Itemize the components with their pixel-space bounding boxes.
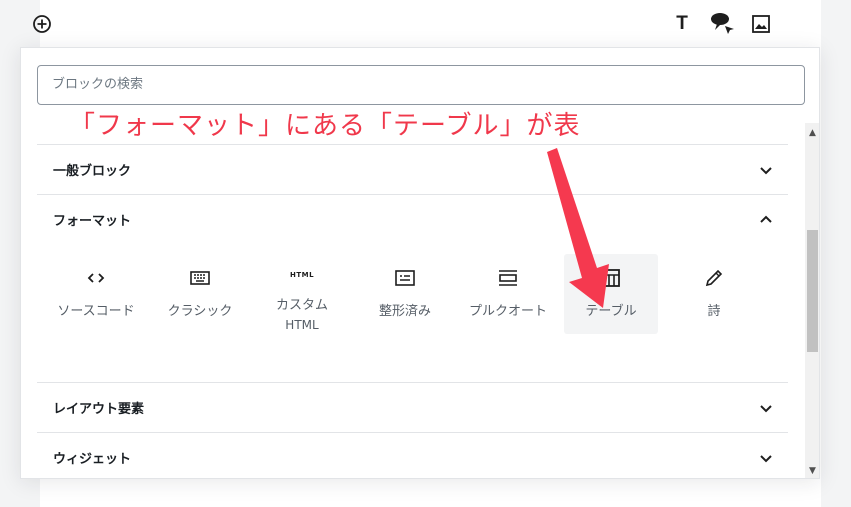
section-label: レイアウト要素 [53,402,145,417]
chevron-up-icon [760,215,772,223]
pencil-icon [702,266,726,290]
block-label: カスタム [275,298,328,313]
block-classic[interactable]: クラシック [153,254,247,334]
block-label: クラシック [167,304,233,319]
block-code[interactable]: ソースコード [49,254,143,334]
chevron-down-icon [760,454,772,462]
block-label: 整形済み [378,304,431,319]
section-widgets[interactable]: ウィジェット [37,432,788,478]
pullquote-icon [496,266,520,290]
block-label: ソースコード [57,304,135,319]
heading-t-icon[interactable]: T [671,13,693,35]
block-verse[interactable]: 詩 [667,254,761,334]
block-preformatted[interactable]: 整形済み [358,254,452,334]
annotation-arrow-icon [547,148,609,308]
plus-circle-icon[interactable] [31,13,53,35]
image-icon[interactable] [750,13,772,35]
scroll-thumb[interactable] [807,230,818,352]
section-label: ウィジェット [53,452,132,467]
chevron-down-icon [760,404,772,412]
editor-margin [821,0,851,507]
speech-bubble-icon[interactable] [708,11,736,37]
block-inserter-panel: ブロックの検索 「フォーマット」にある「テーブル」が表 一般ブロック フォーマッ… [20,47,820,479]
block-label: 詩 [707,304,721,319]
keyboard-icon [188,266,212,290]
section-common-blocks[interactable]: 一般ブロック [37,144,788,194]
chevron-down-icon [760,166,772,174]
panel-scrollbar[interactable]: ▲ ▼ [805,123,819,478]
section-layout-elements[interactable]: レイアウト要素 [37,382,788,432]
block-label-line2: HTML [285,318,319,332]
section-formatting[interactable]: フォーマット [37,194,788,244]
section-label: 一般ブロック [53,164,132,179]
block-custom-html[interactable]: HTML カスタム HTML [255,254,349,334]
preformatted-icon [393,266,417,290]
block-search-input[interactable]: ブロックの検索 [37,65,805,105]
scroll-up-arrow-icon[interactable]: ▲ [805,128,819,138]
html-icon: HTML [289,271,315,279]
annotation-text: 「フォーマット」にある「テーブル」が表 [69,111,581,141]
scroll-down-arrow-icon[interactable]: ▼ [805,466,819,476]
code-icon [84,266,108,290]
section-label: フォーマット [53,214,132,229]
